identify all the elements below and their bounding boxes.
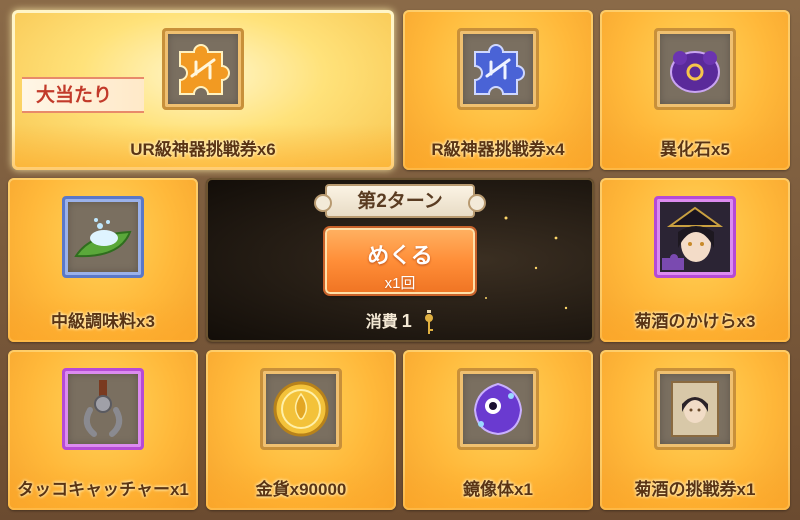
reward-label: 菊酒の挑戦券x1 — [634, 480, 756, 499]
blue-puzzle-piece-icon — [474, 44, 525, 95]
item-frame — [654, 28, 736, 110]
cost-display: 消費 1 — [206, 308, 594, 336]
item-frame — [457, 368, 539, 450]
reward-tile-catcher[interactable]: タッコキャッチャーx1 — [8, 350, 198, 510]
item-frame — [260, 368, 342, 450]
claw-catcher-icon — [83, 380, 123, 437]
item-frame — [457, 28, 539, 110]
reward-tile-gold[interactable]: 金貨x90000 — [206, 350, 396, 510]
reward-tile-crystal[interactable]: 異化石x5 — [600, 10, 790, 170]
reward-label: タッコキャッチャーx1 — [17, 480, 189, 499]
reward-label: UR級神器挑戦券x6 — [130, 140, 276, 159]
portrait-ticket-icon — [671, 381, 719, 437]
cost-label: 消費 — [365, 314, 398, 331]
reward-tile-r-ticket[interactable]: R級神器挑戦券x4 — [403, 10, 593, 170]
item-frame — [162, 28, 244, 110]
reward-label: 鏡像体x1 — [463, 480, 533, 499]
flip-button[interactable]: めくる x1回 — [325, 228, 475, 294]
reward-label: R級神器挑戦券x4 — [431, 140, 565, 159]
jackpot-badge: 大当たり — [22, 77, 144, 113]
purple-crystal-icon — [670, 51, 720, 93]
turn-indicator: 第2ターン — [314, 184, 486, 218]
flip-button-count: x1回 — [384, 275, 416, 292]
item-frame — [62, 368, 144, 450]
reward-label: 異化石x5 — [660, 140, 730, 159]
item-frame — [654, 368, 736, 450]
flip-panel: 第2ターン めくる x1回 消費 1 — [206, 178, 594, 342]
reward-tile-mirror[interactable]: 鏡像体x1 — [403, 350, 593, 510]
reward-tile-seasoning[interactable]: 中級調味料x3 — [8, 178, 198, 342]
key-icon — [424, 309, 434, 336]
gold-puzzle-piece-icon — [179, 44, 230, 95]
reward-tile-portrait-ticket[interactable]: 菊酒の挑戦券x1 — [600, 350, 790, 510]
reward-label: 菊酒のかけらx3 — [634, 312, 756, 331]
cost-value: 1 — [401, 311, 412, 331]
reward-tile-fragment[interactable]: 菊酒のかけらx3 — [600, 178, 790, 342]
reward-label: 金貨x90000 — [255, 480, 347, 499]
gold-coin-icon — [273, 381, 329, 437]
reward-board: 大当たり UR級神器挑戦券x6 R級神器挑戦券x4 異化石x5 中級調味料x3 … — [0, 0, 800, 520]
flip-button-label: めくる — [367, 243, 433, 268]
item-frame — [654, 196, 736, 278]
item-frame — [62, 196, 144, 278]
mirror-slime-icon — [473, 382, 523, 436]
reward-label: 中級調味料x3 — [51, 312, 155, 331]
reward-tile-ur-ticket[interactable]: 大当たり UR級神器挑戦券x6 — [12, 10, 394, 170]
character-fragment-icon — [660, 202, 730, 272]
seasoning-leaf-icon — [74, 218, 132, 258]
